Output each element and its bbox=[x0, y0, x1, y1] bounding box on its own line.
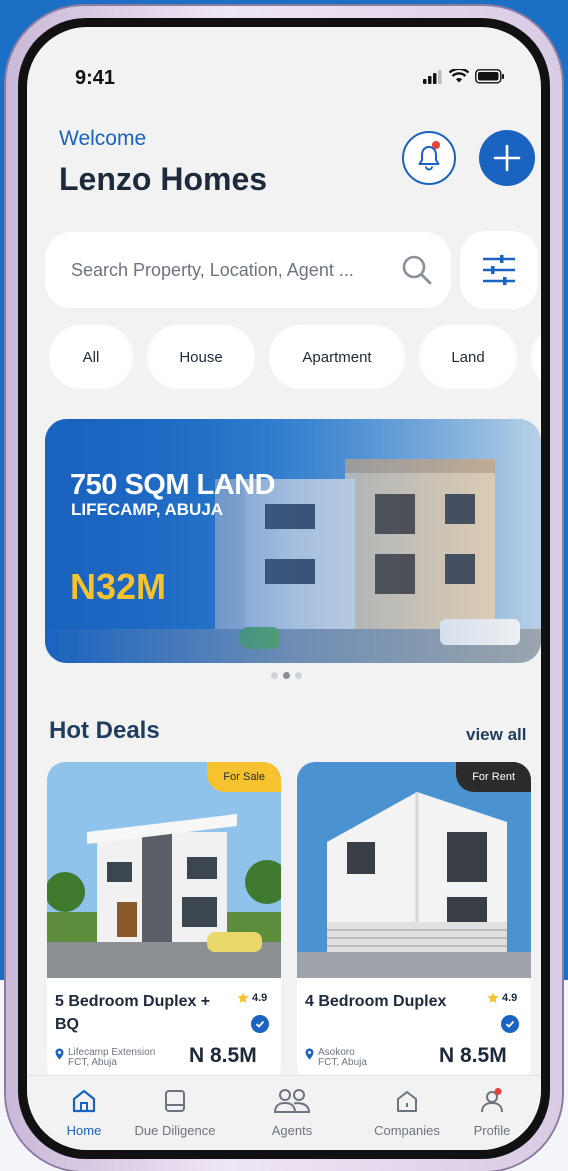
property-price: N 8.5M bbox=[439, 1044, 507, 1067]
rating-value: 4.9 bbox=[502, 992, 518, 1004]
phone-bezel: 9:41 Welcome Lenzo Homes Search Property… bbox=[18, 18, 550, 1159]
property-card[interactable]: For Rent 4 Bedroom Duplex 4.9 Asokoro FC… bbox=[297, 762, 531, 1084]
building-icon bbox=[397, 1091, 417, 1112]
view-all-link[interactable]: view all bbox=[466, 725, 526, 745]
listing-tag: For Rent bbox=[456, 762, 531, 792]
tab-label: Agents bbox=[271, 1123, 313, 1138]
welcome-text: Welcome bbox=[59, 127, 147, 150]
location-line2: FCT, Abuja bbox=[68, 1057, 117, 1068]
profile-icon bbox=[481, 1088, 503, 1113]
carousel-dot[interactable] bbox=[295, 672, 302, 679]
chip-apartment[interactable]: Apartment bbox=[269, 325, 405, 389]
add-property-button[interactable] bbox=[479, 130, 535, 186]
property-location: Lifecamp Extension FCT, Abuja bbox=[55, 1048, 155, 1068]
location-pin-icon bbox=[55, 1048, 64, 1060]
property-image bbox=[47, 762, 281, 978]
chip-land[interactable]: Land bbox=[419, 325, 517, 389]
signal-icon bbox=[423, 69, 442, 84]
property-location: Asokoro FCT, Abuja bbox=[305, 1048, 367, 1068]
tab-label: Companies bbox=[374, 1123, 440, 1138]
tab-agents[interactable]: Agents bbox=[242, 1088, 342, 1138]
rating: 4.9 bbox=[237, 992, 267, 1004]
chip-all[interactable]: All bbox=[49, 325, 133, 389]
search-icon[interactable] bbox=[400, 253, 434, 287]
listing-tag: For Sale bbox=[207, 762, 281, 792]
rating: 4.9 bbox=[487, 992, 517, 1004]
verified-badge bbox=[501, 1015, 519, 1033]
category-chips: All House Apartment Land bbox=[47, 325, 541, 389]
property-image bbox=[297, 762, 531, 978]
star-icon bbox=[237, 992, 249, 1003]
book-icon bbox=[165, 1090, 185, 1112]
bottom-tab-bar: Home Due Diligence Agents Companies Prof… bbox=[27, 1075, 541, 1150]
status-icons bbox=[423, 69, 505, 84]
banner-price: N32M bbox=[70, 566, 167, 607]
notifications-button[interactable] bbox=[402, 131, 456, 185]
search-input[interactable]: Search Property, Location, Agent ... bbox=[71, 260, 354, 281]
banner-title: 750 SQM LAND bbox=[70, 469, 276, 501]
bell-icon bbox=[418, 146, 440, 171]
verified-badge bbox=[251, 1015, 269, 1033]
chip-house[interactable]: House bbox=[147, 325, 255, 389]
page-title: Lenzo Homes bbox=[59, 161, 268, 197]
carousel-dots[interactable] bbox=[271, 672, 302, 679]
notification-dot bbox=[432, 141, 440, 149]
location-pin-icon bbox=[305, 1048, 314, 1060]
carousel-dot-active[interactable] bbox=[283, 672, 290, 679]
status-time: 9:41 bbox=[75, 67, 116, 89]
chip-more[interactable] bbox=[531, 325, 541, 389]
tab-profile[interactable]: Profile bbox=[447, 1088, 537, 1138]
search-bar[interactable]: Search Property, Location, Agent ... bbox=[45, 232, 451, 308]
star-icon bbox=[487, 992, 499, 1003]
banner-location: LIFECAMP, ABUJA bbox=[71, 500, 224, 519]
home-icon bbox=[72, 1089, 96, 1113]
check-icon bbox=[255, 1020, 265, 1028]
check-icon bbox=[505, 1020, 515, 1028]
tab-due-diligence[interactable]: Due Diligence bbox=[119, 1088, 231, 1138]
sliders-icon bbox=[483, 255, 515, 285]
location-line2: FCT, Abuja bbox=[318, 1057, 367, 1068]
wifi-icon bbox=[449, 69, 469, 83]
battery-icon bbox=[475, 69, 504, 84]
property-price: N 8.5M bbox=[189, 1044, 257, 1067]
plus-icon bbox=[493, 144, 521, 172]
property-card[interactable]: For Sale 5 Bedroom Duplex + BQ 4.9 Lifec… bbox=[47, 762, 281, 1084]
rating-value: 4.9 bbox=[252, 992, 268, 1004]
carousel-dot[interactable] bbox=[271, 672, 278, 679]
tab-label: Profile bbox=[473, 1123, 511, 1138]
tab-companies[interactable]: Companies bbox=[357, 1088, 457, 1138]
filter-button[interactable] bbox=[460, 231, 538, 309]
section-title: Hot Deals bbox=[49, 717, 160, 744]
featured-banner[interactable]: 750 SQM LAND LIFECAMP, ABUJA N32M bbox=[45, 419, 541, 663]
property-title: 4 Bedroom Duplex bbox=[305, 993, 447, 1010]
banner-image bbox=[45, 419, 541, 663]
phone-frame: 9:41 Welcome Lenzo Homes Search Property… bbox=[6, 6, 562, 1171]
agents-icon bbox=[273, 1089, 311, 1113]
property-title: 5 Bedroom Duplex + BQ bbox=[55, 993, 211, 1033]
status-bar: 9:41 bbox=[27, 27, 541, 97]
app-screen: 9:41 Welcome Lenzo Homes Search Property… bbox=[27, 27, 541, 1150]
tab-label: Due Diligence bbox=[134, 1123, 216, 1138]
